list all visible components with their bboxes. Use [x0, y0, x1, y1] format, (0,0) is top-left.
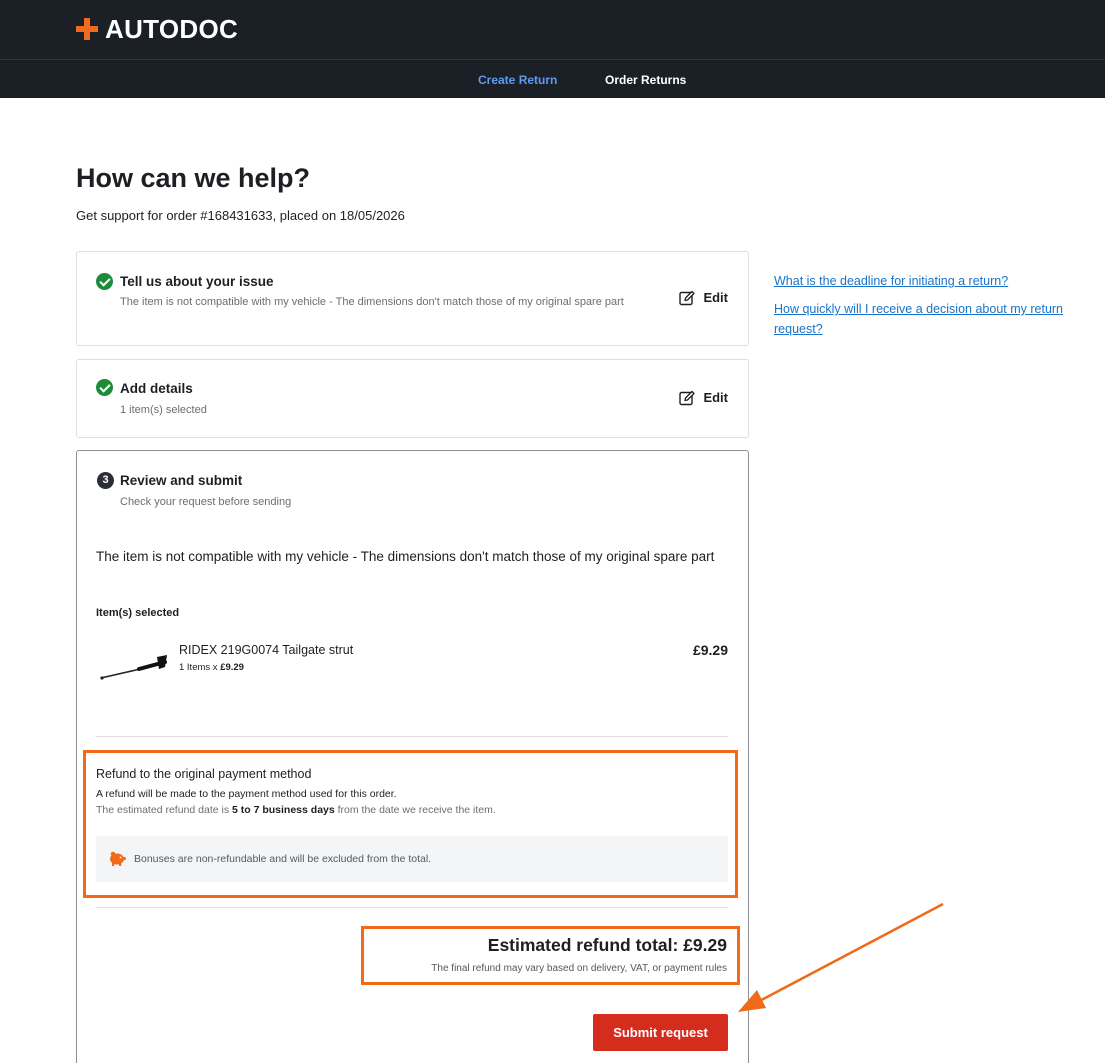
nav-bar: Create Return Order Returns	[0, 59, 1105, 98]
bonus-notice-text: Bonuses are non-refundable and will be e…	[134, 853, 432, 865]
return-reason: The item is not compatible with my vehic…	[96, 549, 715, 564]
refund-description: A refund will be made to the payment met…	[96, 788, 397, 800]
step-title: Tell us about your issue	[120, 274, 274, 289]
refund-method-section: Refund to the original payment method A …	[83, 750, 738, 898]
refund-total-section: Estimated refund total: £9.29 The final …	[361, 926, 740, 985]
step-description: Check your request before sending	[120, 496, 292, 508]
step-number-badge: 3	[97, 472, 114, 489]
item-name: RIDEX 219G0074 Tailgate strut	[179, 643, 354, 657]
step-card-details: Add details 1 item(s) selected Edit	[76, 359, 749, 438]
items-selected-label: Item(s) selected	[96, 607, 180, 619]
step-description: 1 item(s) selected	[120, 404, 207, 416]
plus-logo-icon	[76, 18, 98, 40]
edit-label: Edit	[703, 390, 728, 405]
page-title: How can we help?	[76, 163, 311, 193]
item-price: £9.29	[692, 642, 728, 658]
faq-link-deadline[interactable]: What is the deadline for initiating a re…	[774, 271, 1099, 291]
nav-order-returns[interactable]: Order Returns	[605, 73, 686, 87]
item-quantity: 1 Items x £9.29	[179, 662, 244, 673]
step-title: Add details	[120, 381, 193, 396]
nav-create-return[interactable]: Create Return	[478, 73, 557, 87]
step-card-issue: Tell us about your issue The item is not…	[76, 251, 749, 346]
edit-label: Edit	[703, 290, 728, 305]
edit-icon	[679, 290, 696, 306]
edit-details-button[interactable]: Edit	[679, 390, 728, 406]
logo-text: AUTODOC	[105, 14, 239, 44]
divider	[96, 907, 728, 908]
piggy-bank-icon	[110, 851, 126, 866]
check-circle-icon	[96, 273, 113, 290]
edit-icon	[679, 390, 696, 406]
refund-total: Estimated refund total: £9.29	[487, 935, 727, 955]
edit-issue-button[interactable]: Edit	[679, 290, 728, 306]
refund-estimate: The estimated refund date is 5 to 7 busi…	[96, 804, 496, 816]
faq-link-decision-time[interactable]: How quickly will I receive a decision ab…	[774, 299, 1099, 339]
bonus-notice: Bonuses are non-refundable and will be e…	[96, 836, 728, 882]
page-subtitle: Get support for order #168431633, placed…	[76, 208, 405, 223]
tailgate-strut-image	[100, 655, 167, 680]
top-header: AUTODOC	[0, 0, 1105, 59]
check-circle-icon	[96, 379, 113, 396]
autodoc-logo[interactable]: AUTODOC	[76, 16, 238, 42]
refund-total-note: The final refund may vary based on deliv…	[431, 963, 727, 974]
divider	[96, 736, 728, 737]
submit-request-button[interactable]: Submit request	[593, 1014, 728, 1051]
step-title: Review and submit	[120, 473, 243, 488]
refund-title: Refund to the original payment method	[96, 767, 312, 781]
step-description: The item is not compatible with my vehic…	[120, 296, 624, 308]
